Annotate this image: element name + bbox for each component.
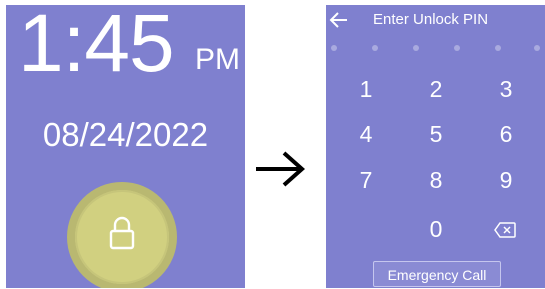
pin-dot <box>372 45 378 51</box>
key-2[interactable]: 2 <box>406 71 466 107</box>
clock: 1:45 PM <box>18 5 245 89</box>
back-arrow-icon[interactable] <box>328 9 350 31</box>
key-0[interactable]: 0 <box>406 211 466 247</box>
lock-screen: 1:45 PM 08/24/2022 <box>6 5 245 288</box>
pin-screen: Enter Unlock PIN 1 2 3 4 5 6 7 8 9 0 Eme… <box>326 5 545 288</box>
right-arrow-icon <box>256 151 306 187</box>
pin-dot <box>495 45 501 51</box>
pin-dot <box>413 45 419 51</box>
pin-indicator <box>326 45 545 55</box>
pin-dot <box>454 45 460 51</box>
key-9[interactable]: 9 <box>476 162 536 198</box>
pin-dot <box>534 45 540 51</box>
key-7[interactable]: 7 <box>336 162 396 198</box>
key-5[interactable]: 5 <box>406 116 466 152</box>
clock-time: 1:45 <box>18 5 175 89</box>
key-8[interactable]: 8 <box>406 162 466 198</box>
clock-ampm: PM <box>195 43 240 76</box>
key-4[interactable]: 4 <box>336 116 396 152</box>
pin-title: Enter Unlock PIN <box>373 11 489 28</box>
lock-icon <box>109 216 135 250</box>
backspace-icon[interactable] <box>494 222 516 238</box>
date-label: 08/24/2022 <box>42 116 209 153</box>
key-6[interactable]: 6 <box>476 116 536 152</box>
key-3[interactable]: 3 <box>476 71 536 107</box>
key-1[interactable]: 1 <box>336 71 396 107</box>
emergency-call-button[interactable]: Emergency Call <box>373 261 501 287</box>
pin-header: Enter Unlock PIN <box>326 5 545 35</box>
pin-dot <box>331 45 337 51</box>
